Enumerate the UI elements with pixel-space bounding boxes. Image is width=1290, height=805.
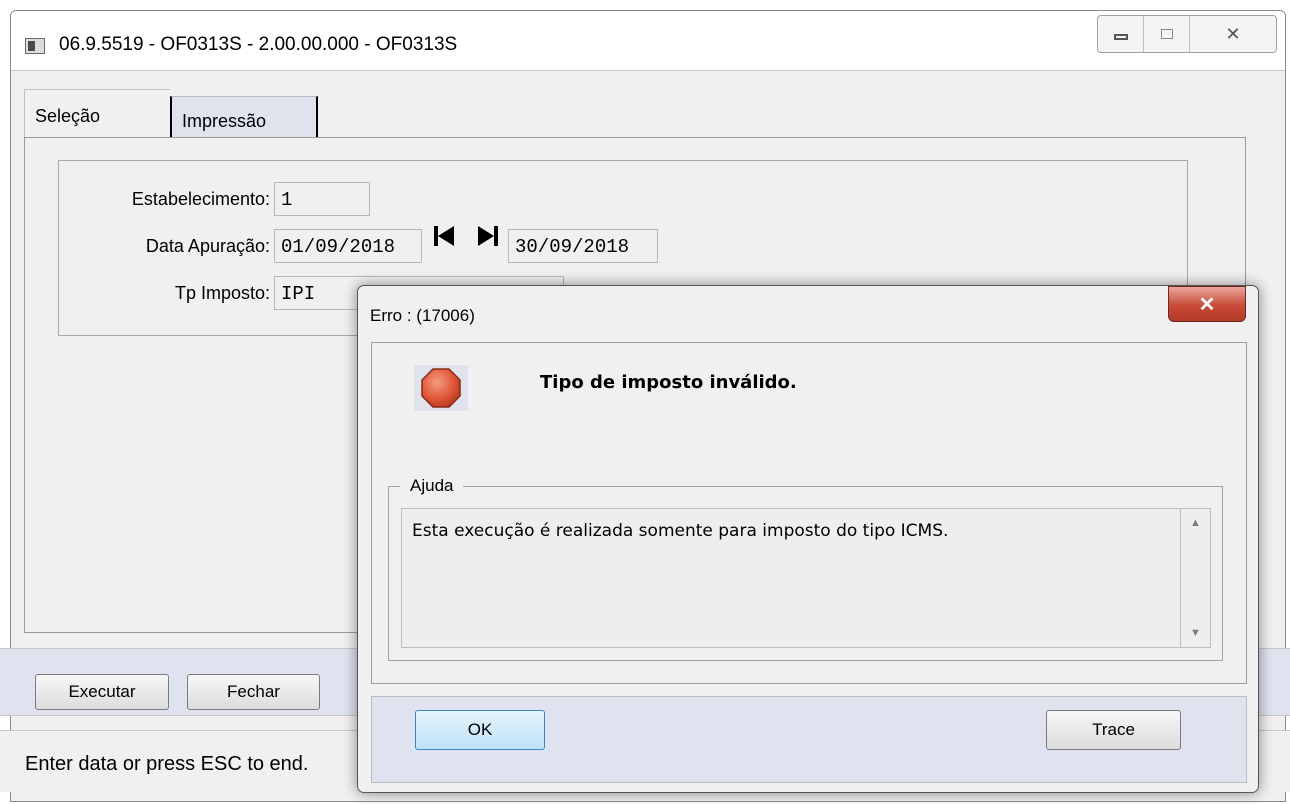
window-controls: ✕ (1097, 15, 1277, 53)
maximize-icon (1160, 29, 1173, 39)
error-dialog: Erro : (17006) ✕ Tipo de imposto inválid… (357, 285, 1259, 793)
estabelecimento-field[interactable]: 1 (274, 182, 370, 216)
dialog-title: Erro : (17006) (370, 306, 475, 325)
minimize-button[interactable] (1098, 16, 1144, 52)
fechar-button[interactable]: Fechar (187, 674, 320, 710)
data-apuracao-start-field[interactable]: 01/09/2018 (274, 229, 422, 263)
close-icon: ✕ (1198, 293, 1216, 316)
status-text: Enter data or press ESC to end. (25, 753, 309, 775)
close-button[interactable]: ✕ (1190, 16, 1276, 52)
tab-impressao-label: Impressão (182, 111, 267, 131)
maximize-button[interactable] (1144, 16, 1190, 52)
app-icon (25, 38, 45, 54)
trace-button[interactable]: Trace (1046, 710, 1181, 750)
executar-button[interactable]: Executar (35, 674, 169, 710)
stop-icon (421, 368, 461, 408)
help-text[interactable]: Esta execução é realizada somente para i… (401, 508, 1181, 648)
minimize-icon (1113, 34, 1128, 40)
window-title: 06.9.5519 - OF0313S - 2.00.00.000 - OF03… (59, 34, 458, 55)
data-apuracao-end-field[interactable]: 30/09/2018 (508, 229, 658, 263)
close-icon: ✕ (1225, 23, 1241, 44)
help-scrollbar[interactable]: ▲ ▼ (1181, 508, 1211, 648)
error-message: Tipo de imposto inválido. (540, 372, 797, 393)
estabelecimento-label: Estabelecimento: (131, 189, 270, 209)
first-date-icon[interactable] (430, 220, 460, 252)
scroll-down-icon[interactable]: ▼ (1190, 627, 1201, 639)
stop-icon-frame (414, 365, 468, 411)
tp-imposto-label: Tp Imposto: (174, 283, 270, 303)
ok-button[interactable]: OK (415, 710, 545, 750)
last-date-icon[interactable] (472, 220, 502, 252)
dialog-close-button[interactable]: ✕ (1168, 286, 1246, 322)
data-apuracao-label: Data Apuração: (145, 236, 270, 256)
tab-selecao-label: Seleção (35, 106, 101, 126)
tab-impressao[interactable]: Impressão (170, 96, 318, 138)
help-legend: Ajuda (400, 476, 464, 496)
scroll-up-icon[interactable]: ▲ (1190, 517, 1201, 529)
title-bar: 06.9.5519 - OF0313S - 2.00.00.000 - OF03… (11, 11, 1285, 71)
